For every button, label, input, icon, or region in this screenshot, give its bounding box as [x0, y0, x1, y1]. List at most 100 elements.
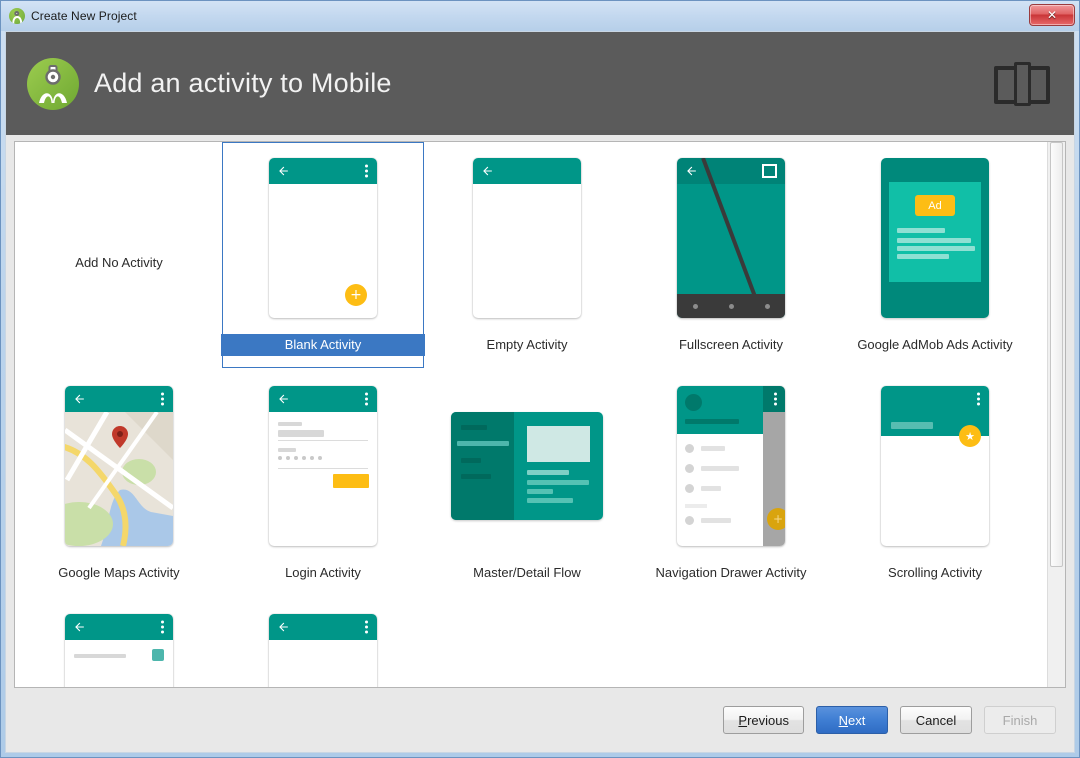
- phone-mock: ★: [881, 386, 989, 546]
- activity-tile-label: Blank Activity: [221, 334, 425, 356]
- phone-mock: [269, 386, 377, 546]
- cancel-button[interactable]: Cancel: [900, 706, 972, 734]
- activity-tile-label: Add No Activity: [17, 252, 221, 274]
- dialog-footer: Previous Next Cancel Finish: [6, 688, 1074, 752]
- activity-tile-google-maps-activity[interactable]: Google Maps Activity: [17, 370, 221, 598]
- overflow-menu-icon: [161, 393, 164, 406]
- activity-tile-fullscreen-activity[interactable]: Fullscreen Activity: [629, 142, 833, 370]
- back-arrow-icon: [277, 621, 290, 634]
- dialog-window: Create New Project ✕: [0, 0, 1080, 758]
- overflow-menu-icon: [977, 393, 980, 406]
- overflow-menu-icon: [365, 393, 368, 406]
- back-arrow-icon: [73, 393, 86, 406]
- activity-tile-label: Master/Detail Flow: [425, 562, 629, 584]
- activity-thumbnail: +: [629, 370, 833, 562]
- activity-thumbnail: Ad: [833, 142, 1037, 334]
- gallery-scrollbar[interactable]: [1047, 142, 1065, 687]
- dialog-body: Add an activity to Mobile Add No Activit…: [5, 31, 1075, 753]
- activity-tile-label: Fullscreen Activity: [629, 334, 833, 356]
- back-arrow-icon: [73, 621, 86, 634]
- activity-tile-add-no-activity[interactable]: Add No Activity: [17, 142, 221, 370]
- activity-tile-tabbed-activity[interactable]: [221, 598, 425, 687]
- activity-grid: Add No Activity +: [15, 142, 1037, 687]
- app-bar: [65, 614, 173, 640]
- previous-button[interactable]: Previous: [723, 706, 804, 734]
- email-field-value: [278, 430, 324, 437]
- email-field-label: [278, 422, 302, 426]
- activity-thumbnail: [221, 370, 425, 562]
- back-arrow-icon: [277, 165, 290, 178]
- back-arrow-icon: [685, 165, 698, 178]
- activity-tile-empty-activity[interactable]: Empty Activity: [425, 142, 629, 370]
- drawer-header: [677, 386, 763, 434]
- back-arrow-icon: [481, 165, 494, 178]
- overflow-menu-icon: [365, 621, 368, 634]
- activity-thumbnail: [221, 598, 425, 687]
- close-button[interactable]: ✕: [1029, 4, 1075, 26]
- phone-mock: +: [269, 158, 377, 318]
- mobile-device-icon: [994, 62, 1050, 106]
- ad-badge: Ad: [915, 195, 955, 216]
- tablet-mock: [451, 412, 603, 520]
- activity-tile-settings-activity[interactable]: [17, 598, 221, 687]
- overflow-menu-icon: [774, 393, 777, 406]
- settings-row-label: [74, 654, 126, 658]
- plus-icon: +: [350, 288, 362, 302]
- app-bar: [677, 158, 785, 184]
- floating-action-button: +: [345, 284, 367, 306]
- finish-button: Finish: [984, 706, 1056, 734]
- title-bar: Create New Project ✕: [1, 1, 1079, 31]
- phone-mock: +: [677, 386, 785, 546]
- activity-thumbnail: [629, 142, 833, 334]
- drawer-divider: [685, 504, 707, 508]
- phone-mock: [65, 614, 173, 687]
- activity-tile-master-detail-flow[interactable]: Master/Detail Flow: [425, 370, 629, 598]
- activity-tile-scrolling-activity[interactable]: ★ Scrolling Activity: [833, 370, 1037, 598]
- activity-thumbnail: [425, 370, 629, 562]
- fullscreen-icon: [762, 164, 777, 178]
- password-field-label: [278, 448, 296, 452]
- toolbar-title: [891, 422, 933, 429]
- detail-image-placeholder: [527, 426, 590, 462]
- email-field-underline: [278, 440, 368, 441]
- header-android-studio-logo-icon: [26, 57, 80, 111]
- activity-tile-login-activity[interactable]: Login Activity: [221, 370, 425, 598]
- activity-tile-label: Login Activity: [221, 562, 425, 584]
- overflow-menu-icon: [365, 165, 368, 178]
- floating-action-button: ★: [959, 425, 981, 447]
- app-bar: [763, 386, 785, 412]
- activity-tile-label: Google Maps Activity: [17, 562, 221, 584]
- activity-thumbnail: [17, 370, 221, 562]
- phone-mock: [269, 614, 377, 687]
- activity-thumbnail: ★: [833, 370, 1037, 562]
- gallery-scrollbar-thumb[interactable]: [1050, 142, 1063, 567]
- app-bar: [473, 158, 581, 184]
- activity-gallery-viewport[interactable]: Add No Activity +: [15, 142, 1047, 687]
- activity-tile-admob-activity[interactable]: Ad Google AdMob Ads Activity: [833, 142, 1037, 370]
- activity-tile-label: Google AdMob Ads Activity: [833, 334, 1037, 356]
- activity-tile-label: Empty Activity: [425, 334, 629, 356]
- star-icon: ★: [965, 430, 975, 443]
- avatar: [685, 394, 702, 411]
- android-studio-logo-icon: [9, 8, 25, 24]
- next-button-label: Next: [839, 713, 866, 728]
- next-button[interactable]: Next: [816, 706, 888, 734]
- system-navigation-bar: [677, 294, 785, 318]
- activity-gallery: Add No Activity +: [14, 141, 1066, 688]
- finish-button-label: Finish: [1003, 713, 1038, 728]
- activity-tile-blank-activity[interactable]: + Blank Activity: [221, 142, 425, 370]
- previous-button-label: Previous: [738, 713, 789, 728]
- password-field-underline: [278, 468, 368, 469]
- activity-thumbnail: [17, 598, 221, 687]
- window-title: Create New Project: [31, 9, 137, 23]
- dialog-header: Add an activity to Mobile: [6, 32, 1074, 135]
- phone-mock: [473, 158, 581, 318]
- password-field-value: [278, 456, 322, 460]
- app-bar: [65, 386, 173, 412]
- activity-tile-navigation-drawer-activity[interactable]: + Navigation Drawer Activity: [629, 370, 833, 598]
- overflow-menu-icon: [161, 621, 164, 634]
- page-title: Add an activity to Mobile: [94, 68, 392, 99]
- ad-content-panel: Ad: [889, 182, 981, 282]
- app-bar: [269, 158, 377, 184]
- app-bar: [269, 614, 377, 640]
